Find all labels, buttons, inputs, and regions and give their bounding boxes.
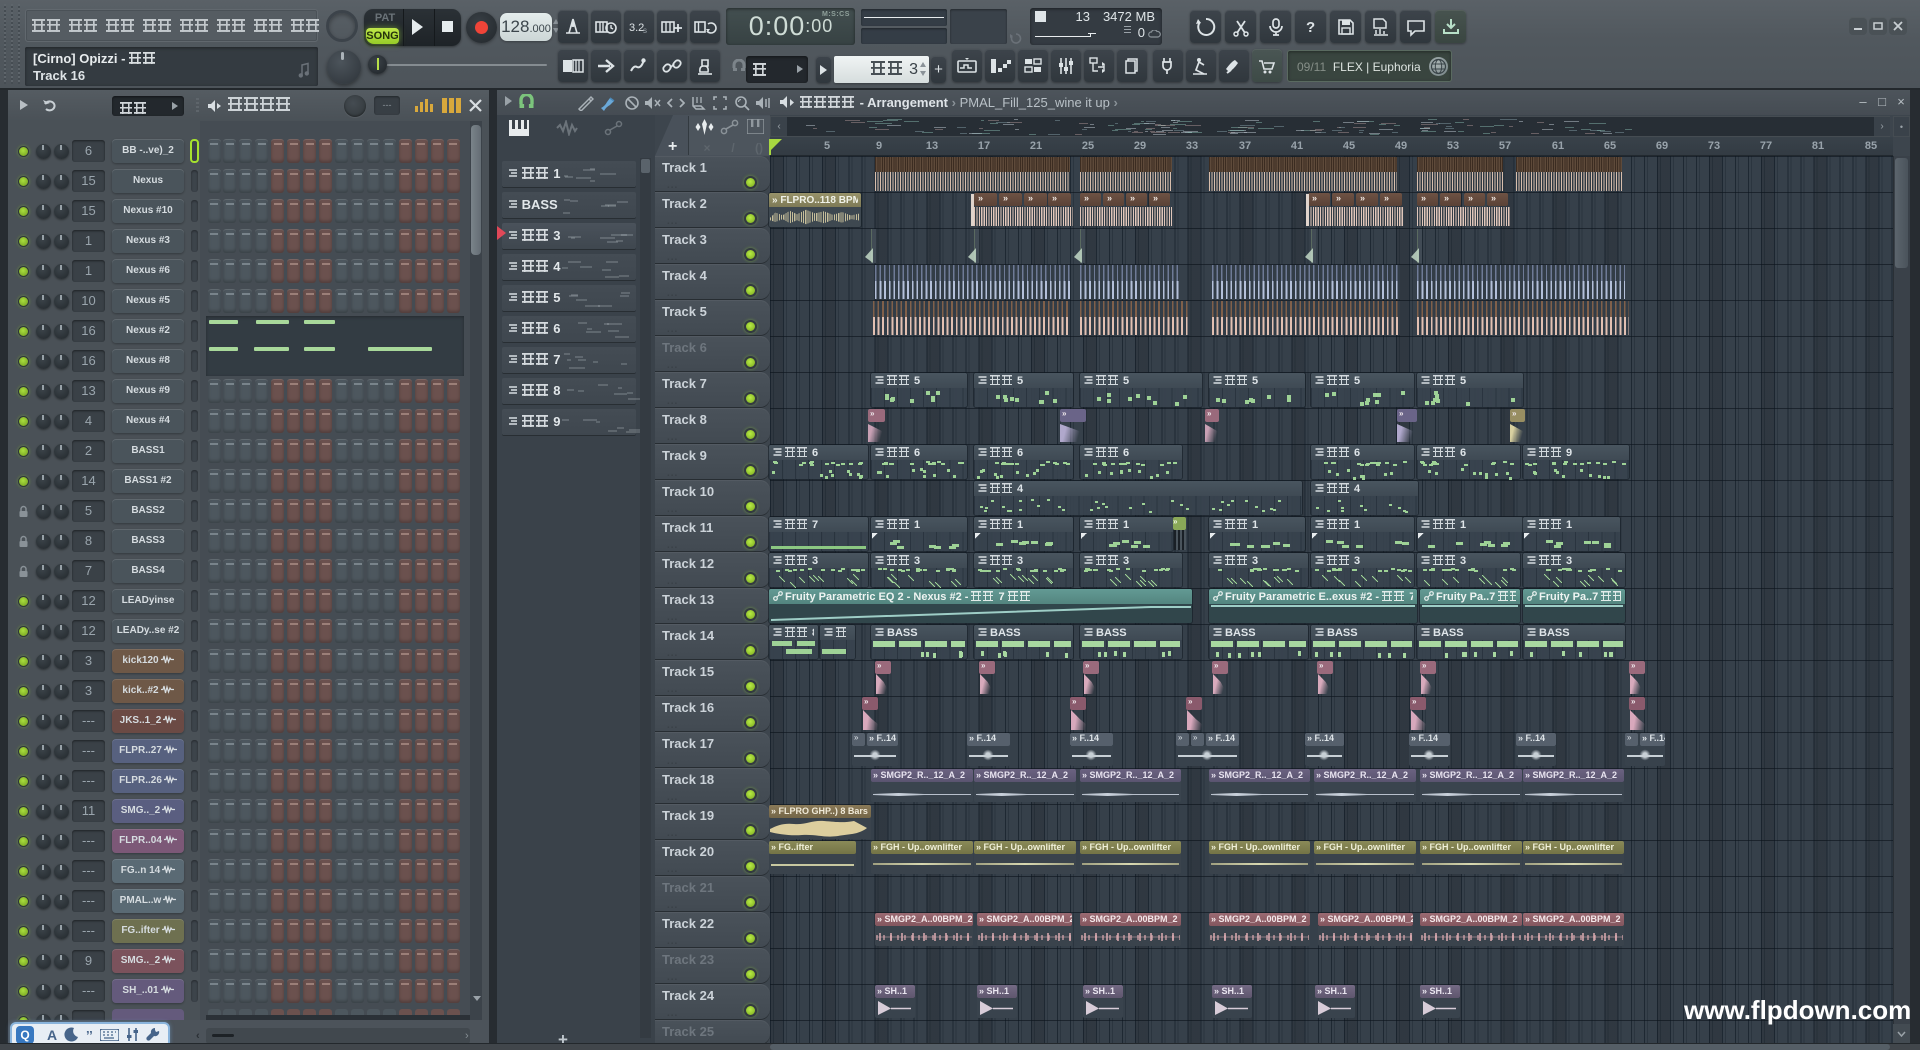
svg-text:3.2: 3.2 bbox=[629, 22, 644, 34]
svg-text:?: ? bbox=[1306, 19, 1315, 36]
svg-text:s: s bbox=[643, 26, 647, 35]
